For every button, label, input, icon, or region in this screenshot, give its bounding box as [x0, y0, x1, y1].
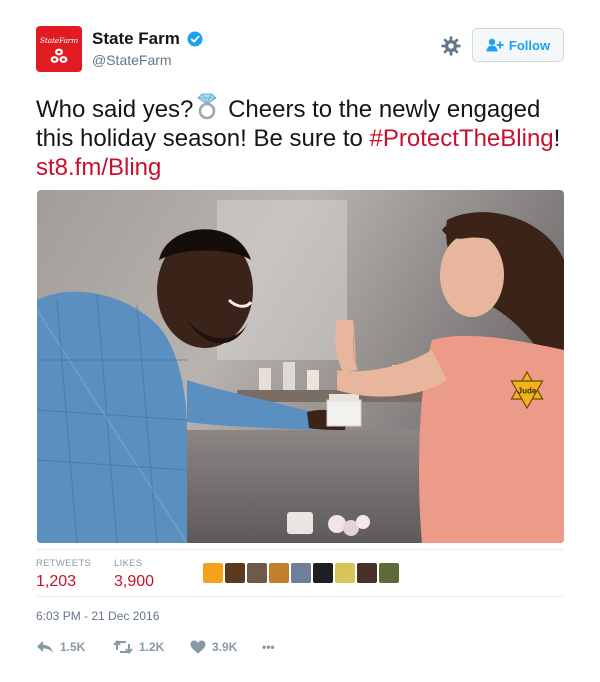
liker-avatar[interactable] — [225, 563, 245, 583]
tweet-text-part: Who said yes? — [36, 96, 194, 123]
follow-button-label: Follow — [508, 37, 551, 53]
liker-avatar[interactable] — [379, 563, 399, 583]
follow-button[interactable]: Follow — [472, 28, 564, 62]
display-name[interactable]: State Farm — [92, 29, 180, 49]
tweet-image[interactable]: Jude — [37, 190, 564, 543]
star-badge-text: Jude — [518, 387, 537, 396]
verified-badge-icon — [187, 31, 203, 47]
liker-avatar[interactable] — [247, 563, 267, 583]
engagement-photo: Jude — [37, 190, 564, 543]
likes-label: LIKES — [114, 558, 143, 569]
heart-icon — [190, 640, 206, 654]
tweet-header: StateFarm State Farm @StateFarm Follow — [36, 26, 564, 74]
retweet-button[interactable]: 1.2K — [113, 640, 164, 654]
avatar[interactable]: StateFarm — [36, 26, 82, 72]
more-options-icon: ••• — [262, 640, 275, 654]
reply-button[interactable]: 1.5K — [36, 640, 85, 654]
likes-stat[interactable]: LIKES 3,900 — [114, 558, 154, 591]
like-count: 3.9K — [212, 640, 238, 654]
hashtag-link[interactable]: #ProtectTheBling — [370, 125, 554, 152]
account-name-block[interactable]: State Farm @StateFarm — [92, 29, 203, 68]
retweet-count: 1.2K — [139, 640, 165, 654]
retweets-value: 1,203 — [36, 573, 77, 590]
likes-value: 3,900 — [114, 573, 155, 590]
retweets-label: RETWEETS — [36, 558, 92, 569]
liker-avatar[interactable] — [269, 563, 289, 583]
divider — [36, 549, 564, 550]
retweet-icon — [113, 640, 133, 654]
gear-icon[interactable] — [440, 35, 462, 57]
tweet-timestamp[interactable]: 6:03 PM - 21 Dec 2016 — [36, 609, 159, 623]
more-options-button[interactable]: ••• — [262, 640, 275, 654]
retweets-stat[interactable]: RETWEETS 1,203 — [36, 558, 91, 591]
three-ovals-logo-icon — [50, 48, 68, 63]
ring-icon — [197, 93, 218, 120]
liker-avatar[interactable] — [291, 563, 311, 583]
liker-avatars — [203, 563, 399, 583]
liker-avatar[interactable] — [357, 563, 377, 583]
account-handle[interactable]: @StateFarm — [92, 52, 203, 68]
tweet-text: Who said yes? Cheers to the newly engage… — [36, 92, 564, 182]
avatar-logo-text: StateFarm — [39, 36, 79, 45]
divider — [36, 596, 564, 597]
add-user-icon — [486, 38, 504, 52]
liker-avatar[interactable] — [335, 563, 355, 583]
liker-avatar[interactable] — [313, 563, 333, 583]
tweet-text-part: ! — [553, 125, 561, 152]
reply-count: 1.5K — [60, 640, 86, 654]
liker-avatar[interactable] — [203, 563, 223, 583]
url-link[interactable]: st8.fm/Bling — [36, 154, 161, 181]
reply-icon — [37, 641, 53, 653]
like-button[interactable]: 3.9K — [190, 640, 237, 654]
